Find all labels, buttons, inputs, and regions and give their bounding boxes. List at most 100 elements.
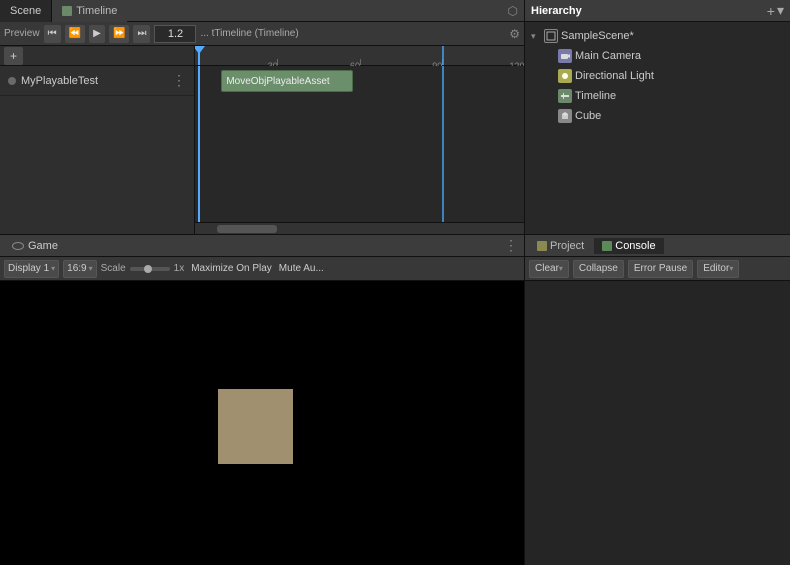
game-tab-bar: Game ⋮: [0, 235, 524, 257]
error-pause-button[interactable]: Error Pause: [628, 260, 693, 278]
clip-name: MoveObjPlayableAsset: [226, 76, 329, 87]
tree-label-light: Directional Light: [575, 70, 654, 82]
console-toolbar: Clear ▾ Collapse Error Pause Editor ▾: [525, 257, 790, 281]
track-dot: [8, 77, 16, 85]
game-cube: [218, 389, 293, 464]
hierarchy-title: Hierarchy: [531, 5, 582, 17]
game-viewport: [0, 281, 524, 565]
hierarchy-add-button[interactable]: + ▾: [767, 2, 784, 19]
ruler-mark-30: 30: [277, 59, 278, 65]
add-arrow-icon: ▾: [777, 2, 784, 19]
tree-item-timeline[interactable]: Timeline: [525, 86, 790, 106]
editor-arrow-icon[interactable]: ▾: [729, 264, 733, 273]
timeline-toolbar: Preview ⏮ ⏪ ▶ ⏩ ⏭ ... tTimeline (Timelin…: [0, 22, 524, 46]
maximize-icon[interactable]: ⬡: [502, 4, 524, 18]
track-add-bar: +: [0, 46, 194, 66]
display-arrow-icon: ▾: [51, 264, 55, 273]
console-panel: Project Console Clear ▾ Collapse Error P…: [525, 235, 790, 565]
game-tab[interactable]: Game: [6, 238, 64, 254]
timeline-scrollbar[interactable]: [195, 222, 524, 234]
gear-icon[interactable]: ⚙: [509, 27, 520, 41]
clear-button[interactable]: Clear ▾: [529, 260, 569, 278]
console-tab[interactable]: Console: [594, 238, 663, 254]
blue-marker: [442, 46, 444, 65]
track-name: MyPlayableTest: [21, 75, 98, 87]
playhead-line: [198, 66, 200, 222]
speed-input[interactable]: [154, 25, 196, 43]
clear-arrow-icon[interactable]: ▾: [559, 264, 563, 273]
preview-label: Preview: [4, 28, 40, 39]
aspect-label: 16:9: [67, 263, 86, 274]
game-panel: Game ⋮ Display 1 ▾ 16:9 ▾ Scale 1x Maxim…: [0, 235, 525, 565]
tree-item-samplescene[interactable]: ▾ SampleScene*: [525, 26, 790, 46]
tree-item-cube[interactable]: Cube: [525, 106, 790, 126]
top-row: Scene Timeline ⬡ Preview ⏮ ⏪ ▶ ⏩ ⏭ ... t…: [0, 0, 790, 235]
scene-tab[interactable]: Scene: [0, 0, 51, 22]
cube-icon: [558, 109, 572, 123]
track-more-icon[interactable]: ⋮: [172, 72, 186, 89]
maximize-on-play-button[interactable]: Maximize On Play: [188, 263, 275, 274]
tree-item-dir-light[interactable]: Directional Light: [525, 66, 790, 86]
console-content: [525, 281, 790, 565]
timeline-panel: Scene Timeline ⬡ Preview ⏮ ⏪ ▶ ⏩ ⏭ ... t…: [0, 0, 525, 234]
eye-icon: [12, 242, 24, 250]
collapse-button[interactable]: Collapse: [573, 260, 624, 278]
editor-label: Editor: [703, 263, 729, 274]
playhead-triangle: [195, 46, 205, 54]
display-dropdown[interactable]: Display 1 ▾: [4, 260, 59, 278]
add-track-button[interactable]: +: [4, 47, 23, 65]
tree-item-main-camera[interactable]: Main Camera: [525, 46, 790, 66]
step-forward-button[interactable]: ⏩: [109, 25, 129, 43]
game-tab-more-icon[interactable]: ⋮: [504, 237, 518, 254]
timeline-item-icon: [558, 89, 572, 103]
aspect-arrow-icon: ▾: [89, 264, 93, 273]
blue-line: [442, 66, 444, 222]
folder-icon: [537, 241, 547, 251]
light-icon: [558, 69, 572, 83]
timeline-file-label: ... tTimeline (Timeline): [200, 28, 298, 39]
skip-back-button[interactable]: ⏮: [44, 25, 61, 43]
track-labels: + MyPlayableTest ⋮: [0, 46, 195, 234]
timeline-tracks: + MyPlayableTest ⋮ 30: [0, 46, 524, 234]
mute-audio-button[interactable]: Mute Au...: [279, 263, 324, 274]
scene-icon: [544, 29, 558, 43]
camera-icon: [558, 49, 572, 63]
add-icon: +: [767, 3, 775, 19]
console-tab-bar: Project Console: [525, 235, 790, 257]
clear-label: Clear: [535, 263, 559, 274]
editor-button[interactable]: Editor ▾: [697, 260, 739, 278]
scale-slider[interactable]: [130, 267, 170, 271]
display-label: Display 1: [8, 263, 49, 274]
timeline-tab-icon: [62, 6, 72, 16]
game-toolbar: Display 1 ▾ 16:9 ▾ Scale 1x Maximize On …: [0, 257, 524, 281]
ruler-marks: 30 60 90: [195, 46, 524, 65]
skip-forward-button[interactable]: ⏭: [133, 25, 150, 43]
project-tab-label: Project: [550, 240, 584, 252]
timeline-tab-label: Timeline: [76, 5, 117, 17]
tree-label-timeline: Timeline: [575, 90, 616, 102]
tree-label-cube: Cube: [575, 110, 601, 122]
aspect-dropdown[interactable]: 16:9 ▾: [63, 260, 96, 278]
hierarchy-tree: ▾ SampleScene* Main Camera: [525, 22, 790, 234]
timeline-tab[interactable]: Timeline: [52, 0, 127, 22]
hierarchy-panel: Hierarchy + ▾ ▾ SampleScene* Main: [525, 0, 790, 234]
scroll-thumb[interactable]: [217, 225, 277, 233]
tree-arrow-scene: ▾: [531, 31, 541, 42]
scale-thumb: [144, 265, 152, 273]
timeline-clip[interactable]: MoveObjPlayableAsset: [221, 70, 353, 92]
ruler-mark-60: 60: [360, 59, 361, 65]
console-tab-label: Console: [615, 240, 655, 252]
scale-label: Scale: [101, 263, 126, 274]
step-back-button[interactable]: ⏪: [65, 25, 85, 43]
timeline-tab-bar: Scene Timeline ⬡: [0, 0, 524, 22]
timeline-ruler: 30 60 90: [195, 46, 524, 66]
project-tab[interactable]: Project: [529, 238, 592, 254]
console-tab-icon: [602, 241, 612, 251]
play-button[interactable]: ▶: [89, 25, 105, 43]
playhead[interactable]: [198, 46, 200, 65]
timeline-clips-area[interactable]: MoveObjPlayableAsset: [195, 66, 524, 222]
scene-tab-label: Scene: [10, 5, 41, 17]
tree-label-camera: Main Camera: [575, 50, 641, 62]
timeline-content: 30 60 90: [195, 46, 524, 234]
track-label-item[interactable]: MyPlayableTest ⋮: [0, 66, 194, 96]
